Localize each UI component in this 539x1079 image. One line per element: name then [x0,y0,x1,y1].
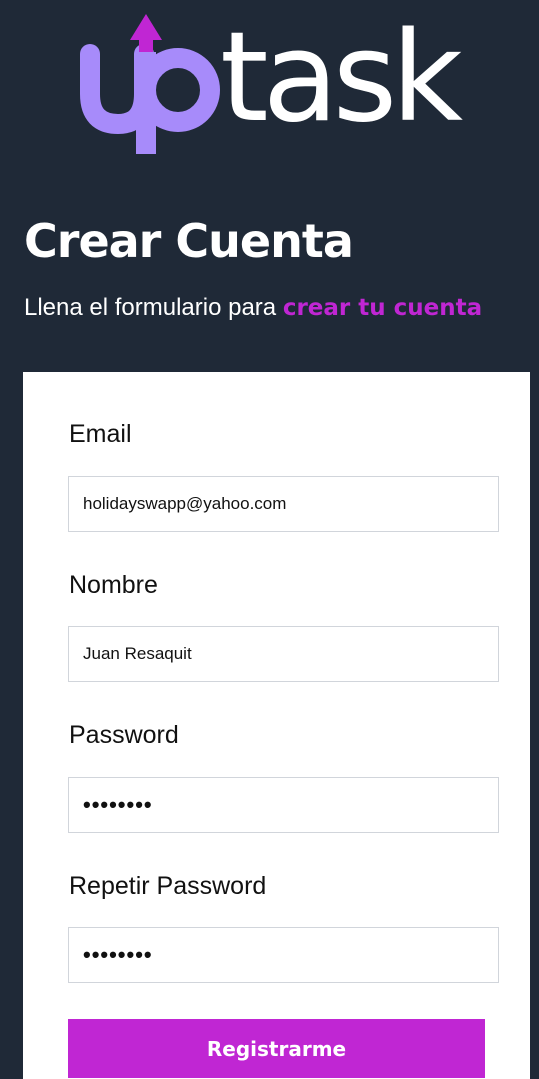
register-button[interactable]: Registrarme [68,1019,485,1078]
name-field[interactable] [68,626,499,682]
email-field[interactable] [68,476,499,532]
uptask-logo: task [80,12,469,154]
page-subtitle: Llena el formulario para crear tu cuenta [24,294,482,322]
email-label: Email [69,420,132,448]
logo-u [80,44,154,134]
subtitle-accent: crear tu cuenta [282,295,483,321]
page-title: Crear Cuenta [24,214,354,268]
logo-p-bowl [136,48,220,132]
repeat-password-field[interactable] [68,927,499,983]
password-field[interactable] [68,777,499,833]
password-label: Password [69,721,179,749]
subtitle-prefix: Llena el formulario para [24,294,283,321]
logo-arrow-icon [130,14,162,40]
repeat-password-label: Repetir Password [69,872,267,900]
logo-task-text: task [220,12,463,150]
name-label: Nombre [69,571,158,599]
register-form: Email Nombre Password Repetir Password R… [23,372,530,1079]
